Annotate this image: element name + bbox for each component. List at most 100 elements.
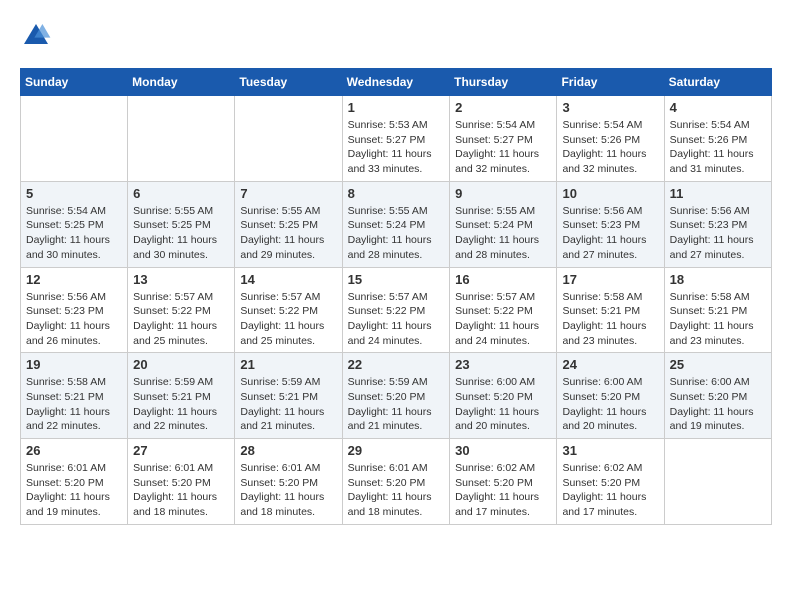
calendar-day-header: Saturday <box>664 69 771 96</box>
day-number: 27 <box>133 443 229 458</box>
day-number: 13 <box>133 272 229 287</box>
day-info: Sunrise: 5:56 AM Sunset: 5:23 PM Dayligh… <box>26 290 122 349</box>
calendar-cell: 20 Sunrise: 5:59 AM Sunset: 5:21 PM Dayli… <box>128 353 235 439</box>
day-info: Sunrise: 5:59 AM Sunset: 5:21 PM Dayligh… <box>133 375 229 434</box>
calendar-cell: 25 Sunrise: 6:00 AM Sunset: 5:20 PM Dayli… <box>664 353 771 439</box>
calendar-cell: 1 Sunrise: 5:53 AM Sunset: 5:27 PM Daylig… <box>342 96 450 182</box>
calendar-cell: 27 Sunrise: 6:01 AM Sunset: 5:20 PM Dayli… <box>128 439 235 525</box>
day-info: Sunrise: 6:00 AM Sunset: 5:20 PM Dayligh… <box>455 375 551 434</box>
day-info: Sunrise: 6:00 AM Sunset: 5:20 PM Dayligh… <box>562 375 658 434</box>
day-info: Sunrise: 5:55 AM Sunset: 5:25 PM Dayligh… <box>133 204 229 263</box>
calendar-cell: 29 Sunrise: 6:01 AM Sunset: 5:20 PM Dayli… <box>342 439 450 525</box>
day-info: Sunrise: 5:55 AM Sunset: 5:25 PM Dayligh… <box>240 204 336 263</box>
calendar-week-row: 26 Sunrise: 6:01 AM Sunset: 5:20 PM Dayli… <box>21 439 772 525</box>
day-info: Sunrise: 5:56 AM Sunset: 5:23 PM Dayligh… <box>670 204 766 263</box>
calendar-cell: 13 Sunrise: 5:57 AM Sunset: 5:22 PM Dayli… <box>128 267 235 353</box>
day-info: Sunrise: 6:01 AM Sunset: 5:20 PM Dayligh… <box>26 461 122 520</box>
day-info: Sunrise: 5:57 AM Sunset: 5:22 PM Dayligh… <box>133 290 229 349</box>
day-number: 5 <box>26 186 122 201</box>
logo-icon <box>20 20 52 52</box>
calendar-cell: 23 Sunrise: 6:00 AM Sunset: 5:20 PM Dayli… <box>450 353 557 439</box>
day-number: 7 <box>240 186 336 201</box>
calendar-week-row: 12 Sunrise: 5:56 AM Sunset: 5:23 PM Dayli… <box>21 267 772 353</box>
day-number: 24 <box>562 357 658 372</box>
calendar-table: SundayMondayTuesdayWednesdayThursdayFrid… <box>20 68 772 525</box>
day-number: 20 <box>133 357 229 372</box>
day-number: 22 <box>348 357 445 372</box>
calendar-week-row: 19 Sunrise: 5:58 AM Sunset: 5:21 PM Dayli… <box>21 353 772 439</box>
calendar-cell: 6 Sunrise: 5:55 AM Sunset: 5:25 PM Daylig… <box>128 181 235 267</box>
day-number: 30 <box>455 443 551 458</box>
calendar-cell <box>21 96 128 182</box>
calendar-day-header: Thursday <box>450 69 557 96</box>
day-info: Sunrise: 6:02 AM Sunset: 5:20 PM Dayligh… <box>455 461 551 520</box>
day-info: Sunrise: 6:02 AM Sunset: 5:20 PM Dayligh… <box>562 461 658 520</box>
calendar-cell: 16 Sunrise: 5:57 AM Sunset: 5:22 PM Dayli… <box>450 267 557 353</box>
calendar-week-row: 1 Sunrise: 5:53 AM Sunset: 5:27 PM Daylig… <box>21 96 772 182</box>
calendar-cell <box>235 96 342 182</box>
calendar-cell: 12 Sunrise: 5:56 AM Sunset: 5:23 PM Dayli… <box>21 267 128 353</box>
day-info: Sunrise: 5:54 AM Sunset: 5:26 PM Dayligh… <box>670 118 766 177</box>
day-number: 4 <box>670 100 766 115</box>
day-info: Sunrise: 5:58 AM Sunset: 5:21 PM Dayligh… <box>670 290 766 349</box>
calendar-day-header: Monday <box>128 69 235 96</box>
day-info: Sunrise: 5:57 AM Sunset: 5:22 PM Dayligh… <box>348 290 445 349</box>
calendar-cell: 24 Sunrise: 6:00 AM Sunset: 5:20 PM Dayli… <box>557 353 664 439</box>
day-info: Sunrise: 5:58 AM Sunset: 5:21 PM Dayligh… <box>26 375 122 434</box>
day-info: Sunrise: 5:55 AM Sunset: 5:24 PM Dayligh… <box>455 204 551 263</box>
day-info: Sunrise: 5:54 AM Sunset: 5:26 PM Dayligh… <box>562 118 658 177</box>
day-number: 21 <box>240 357 336 372</box>
calendar-cell: 28 Sunrise: 6:01 AM Sunset: 5:20 PM Dayli… <box>235 439 342 525</box>
calendar-cell: 2Sunrise: 5:54 AM Sunset: 5:27 PM Daylig… <box>450 96 557 182</box>
calendar-cell: 21 Sunrise: 5:59 AM Sunset: 5:21 PM Dayli… <box>235 353 342 439</box>
calendar-cell: 3Sunrise: 5:54 AM Sunset: 5:26 PM Daylig… <box>557 96 664 182</box>
day-info: Sunrise: 6:01 AM Sunset: 5:20 PM Dayligh… <box>133 461 229 520</box>
calendar-day-header: Wednesday <box>342 69 450 96</box>
day-info: Sunrise: 5:58 AM Sunset: 5:21 PM Dayligh… <box>562 290 658 349</box>
day-number: 1 <box>348 100 445 115</box>
calendar-cell: 4 Sunrise: 5:54 AM Sunset: 5:26 PM Daylig… <box>664 96 771 182</box>
day-info: Sunrise: 5:53 AM Sunset: 5:27 PM Dayligh… <box>348 118 445 177</box>
day-number: 15 <box>348 272 445 287</box>
calendar-cell <box>128 96 235 182</box>
calendar-body: 1 Sunrise: 5:53 AM Sunset: 5:27 PM Daylig… <box>21 96 772 525</box>
calendar-cell: 26 Sunrise: 6:01 AM Sunset: 5:20 PM Dayli… <box>21 439 128 525</box>
calendar-cell: 31 Sunrise: 6:02 AM Sunset: 5:20 PM Dayli… <box>557 439 664 525</box>
logo <box>20 20 56 52</box>
calendar-cell: 15 Sunrise: 5:57 AM Sunset: 5:22 PM Dayli… <box>342 267 450 353</box>
day-info: Sunrise: 5:59 AM Sunset: 5:21 PM Dayligh… <box>240 375 336 434</box>
day-info: Sunrise: 6:01 AM Sunset: 5:20 PM Dayligh… <box>348 461 445 520</box>
calendar-cell <box>664 439 771 525</box>
day-number: 29 <box>348 443 445 458</box>
day-info: Sunrise: 5:54 AM Sunset: 5:27 PM Dayligh… <box>455 118 551 177</box>
day-info: Sunrise: 5:56 AM Sunset: 5:23 PM Dayligh… <box>562 204 658 263</box>
day-info: Sunrise: 5:57 AM Sunset: 5:22 PM Dayligh… <box>240 290 336 349</box>
day-number: 6 <box>133 186 229 201</box>
calendar-cell: 7 Sunrise: 5:55 AM Sunset: 5:25 PM Daylig… <box>235 181 342 267</box>
day-number: 31 <box>562 443 658 458</box>
calendar-week-row: 5Sunrise: 5:54 AM Sunset: 5:25 PM Daylig… <box>21 181 772 267</box>
calendar-cell: 8Sunrise: 5:55 AM Sunset: 5:24 PM Daylig… <box>342 181 450 267</box>
calendar-cell: 22 Sunrise: 5:59 AM Sunset: 5:20 PM Dayli… <box>342 353 450 439</box>
calendar-cell: 5Sunrise: 5:54 AM Sunset: 5:25 PM Daylig… <box>21 181 128 267</box>
day-number: 12 <box>26 272 122 287</box>
calendar-cell: 18 Sunrise: 5:58 AM Sunset: 5:21 PM Dayli… <box>664 267 771 353</box>
day-number: 23 <box>455 357 551 372</box>
page-header <box>20 20 772 52</box>
day-info: Sunrise: 6:01 AM Sunset: 5:20 PM Dayligh… <box>240 461 336 520</box>
calendar-cell: 17Sunrise: 5:58 AM Sunset: 5:21 PM Dayli… <box>557 267 664 353</box>
day-number: 11 <box>670 186 766 201</box>
day-number: 9 <box>455 186 551 201</box>
day-number: 19 <box>26 357 122 372</box>
calendar-day-header: Sunday <box>21 69 128 96</box>
day-info: Sunrise: 6:00 AM Sunset: 5:20 PM Dayligh… <box>670 375 766 434</box>
calendar-header-row: SundayMondayTuesdayWednesdayThursdayFrid… <box>21 69 772 96</box>
day-number: 16 <box>455 272 551 287</box>
day-number: 28 <box>240 443 336 458</box>
day-number: 26 <box>26 443 122 458</box>
day-number: 25 <box>670 357 766 372</box>
day-number: 18 <box>670 272 766 287</box>
day-info: Sunrise: 5:59 AM Sunset: 5:20 PM Dayligh… <box>348 375 445 434</box>
calendar-day-header: Friday <box>557 69 664 96</box>
day-info: Sunrise: 5:57 AM Sunset: 5:22 PM Dayligh… <box>455 290 551 349</box>
